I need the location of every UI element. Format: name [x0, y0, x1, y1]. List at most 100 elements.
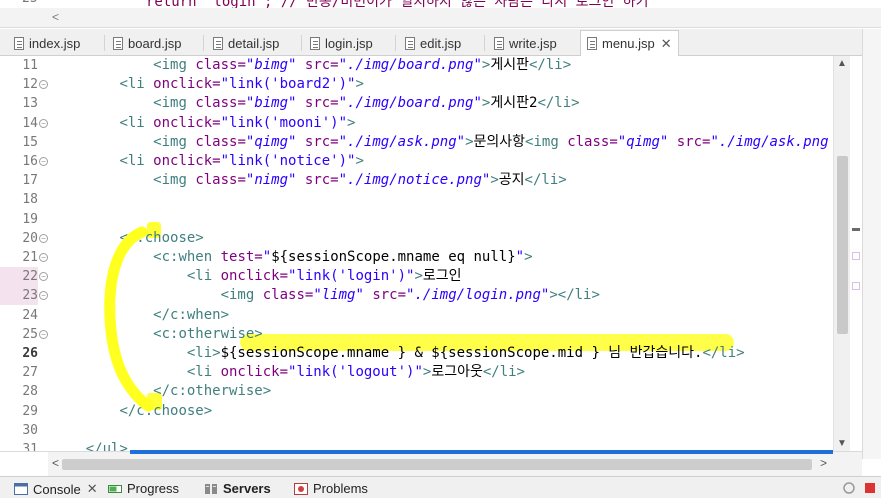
- code-line[interactable]: 16− <li onclick="link('notice')">: [0, 152, 833, 171]
- jsp-file-icon: [587, 37, 597, 50]
- close-icon[interactable]: ✕: [661, 36, 672, 52]
- progress-icon: [108, 484, 122, 493]
- code-line[interactable]: 12− <li onclick="link('board2')">: [0, 75, 833, 94]
- code-token: src=: [296, 172, 339, 189]
- code-token: >: [414, 268, 423, 285]
- tab-menu-jsp[interactable]: menu.jsp ✕: [580, 30, 679, 57]
- code-text: <li onclick="link('mooni')">: [52, 114, 355, 133]
- servers-icon: [205, 483, 217, 494]
- fold-toggle-icon[interactable]: −: [39, 291, 48, 301]
- line-number: 18: [22, 192, 38, 208]
- line-number: 20: [22, 230, 38, 246]
- vertical-scroll-thumb[interactable]: [837, 156, 848, 334]
- line-number: 12: [22, 77, 38, 93]
- code-line[interactable]: 19: [0, 210, 833, 229]
- code-line[interactable]: 28 </c:otherwise>: [0, 382, 833, 401]
- code-token: "link('login')": [288, 268, 415, 285]
- code-text: </c:when>: [52, 306, 229, 325]
- fold-toggle-icon[interactable]: −: [39, 157, 48, 166]
- server-restart-icon[interactable]: [842, 481, 856, 495]
- code-token: <li: [119, 114, 154, 131]
- code-token: 게시판2: [490, 95, 538, 112]
- code-line[interactable]: 27 <li onclick="link('logout')">로그아웃</li…: [0, 363, 833, 382]
- code-line[interactable]: 29 </c:choose>: [0, 402, 833, 421]
- tab-index-jsp[interactable]: index.jsp: [14, 31, 80, 56]
- code-line[interactable]: 20− <c:choose>: [0, 229, 833, 248]
- code-line[interactable]: 15 <img class="qimg" src="./img/ask.png"…: [0, 133, 833, 152]
- previous-horizontal-scrollbar[interactable]: <: [0, 8, 881, 28]
- code-token: onclick=: [220, 364, 289, 381]
- tab-label: login.jsp: [325, 36, 373, 51]
- tab-write-jsp[interactable]: write.jsp: [494, 31, 557, 56]
- code-line[interactable]: 13 <img class="bimg" src="./img/board.pn…: [0, 94, 833, 113]
- code-line[interactable]: 25− <c:otherwise>: [0, 325, 833, 344]
- code-line[interactable]: 17 <img class="nimg" src="./img/notice.p…: [0, 171, 833, 190]
- tab-board-jsp[interactable]: board.jsp: [113, 31, 181, 56]
- code-token: <img: [153, 95, 196, 112]
- code-token: class=: [195, 95, 246, 112]
- scroll-up-icon[interactable]: ▲: [837, 58, 847, 69]
- close-icon[interactable]: ✕: [87, 481, 98, 497]
- code-token: "bimg": [245, 95, 297, 112]
- vertical-scrollbar[interactable]: ▲ ▼: [833, 56, 850, 451]
- tab-separator: [484, 35, 485, 51]
- code-text: <img class="nimg" src="./img/notice.png"…: [52, 171, 567, 190]
- code-token: src=: [296, 133, 339, 150]
- fold-toggle-icon[interactable]: −: [39, 329, 48, 339]
- tab-servers[interactable]: Servers: [204, 481, 271, 496]
- code-token: "limg": [313, 287, 364, 304]
- stop-icon[interactable]: [864, 482, 876, 494]
- code-token: 게시판: [490, 57, 529, 73]
- console-icon: [14, 483, 28, 495]
- code-line[interactable]: 26 <li>${sessionScope.mname } & ${sessio…: [0, 344, 833, 363]
- code-line[interactable]: 23− <img class="limg" src="./img/login.p…: [0, 286, 833, 306]
- code-line[interactable]: 24 </c:when>: [0, 306, 833, 325]
- line-number: 28: [22, 384, 38, 400]
- code-line[interactable]: 30: [0, 421, 833, 440]
- fold-toggle-icon[interactable]: −: [39, 118, 48, 128]
- tab-detail-jsp[interactable]: detail.jsp: [213, 31, 279, 56]
- code-token: >: [347, 114, 356, 131]
- code-text: <li onclick="link('notice')">: [52, 152, 363, 171]
- code-token: src=: [668, 133, 711, 150]
- line-number: 17: [22, 173, 38, 189]
- tab-login-jsp[interactable]: login.jsp: [310, 31, 373, 56]
- fold-toggle-icon[interactable]: −: [39, 80, 48, 90]
- code-line[interactable]: 22− <li onclick="link('login')">로그인: [0, 267, 833, 287]
- code-token: </c:choose>: [119, 402, 213, 419]
- tab-progress[interactable]: Progress: [108, 481, 179, 496]
- scroll-right-icon[interactable]: >: [820, 456, 827, 470]
- code-token: 로그인: [422, 268, 462, 285]
- overview-mark: [852, 228, 860, 231]
- horizontal-scroll-thumb[interactable]: [62, 459, 812, 470]
- code-text: <c:choose>: [52, 229, 203, 248]
- tab-edit-jsp[interactable]: edit.jsp: [405, 31, 461, 56]
- code-editor[interactable]: 11 <img class="bimg" src="./img/board.pn…: [0, 56, 833, 451]
- code-token: </c:otherwise>: [153, 383, 272, 400]
- tab-console[interactable]: Console ✕: [14, 481, 98, 497]
- code-line[interactable]: 14− <li onclick="link('mooni')">: [0, 114, 833, 133]
- code-token: </ul>: [85, 441, 128, 451]
- scroll-left-icon[interactable]: <: [52, 456, 59, 470]
- fold-toggle-icon[interactable]: −: [39, 272, 48, 282]
- code-token: >: [355, 76, 364, 93]
- code-token: onclick=: [153, 114, 221, 131]
- scroll-down-icon[interactable]: ▼: [837, 438, 847, 449]
- fold-toggle-icon[interactable]: −: [39, 253, 48, 262]
- code-line[interactable]: 11 <img class="bimg" src="./img/board.pn…: [0, 56, 833, 75]
- fold-toggle-icon[interactable]: −: [39, 233, 48, 243]
- code-text: <li onclick="link('board2')">: [52, 75, 364, 94]
- scroll-left-icon[interactable]: <: [52, 10, 59, 24]
- code-line[interactable]: 21− <c:when test="${sessionScope.mname e…: [0, 248, 833, 267]
- tab-problems[interactable]: Problems: [294, 481, 368, 496]
- tab-label: write.jsp: [509, 36, 557, 51]
- code-token: onclick=: [220, 268, 289, 285]
- code-line[interactable]: 18: [0, 190, 833, 209]
- horizontal-scrollbar[interactable]: < >: [0, 450, 862, 476]
- code-token: ></li>: [549, 287, 600, 304]
